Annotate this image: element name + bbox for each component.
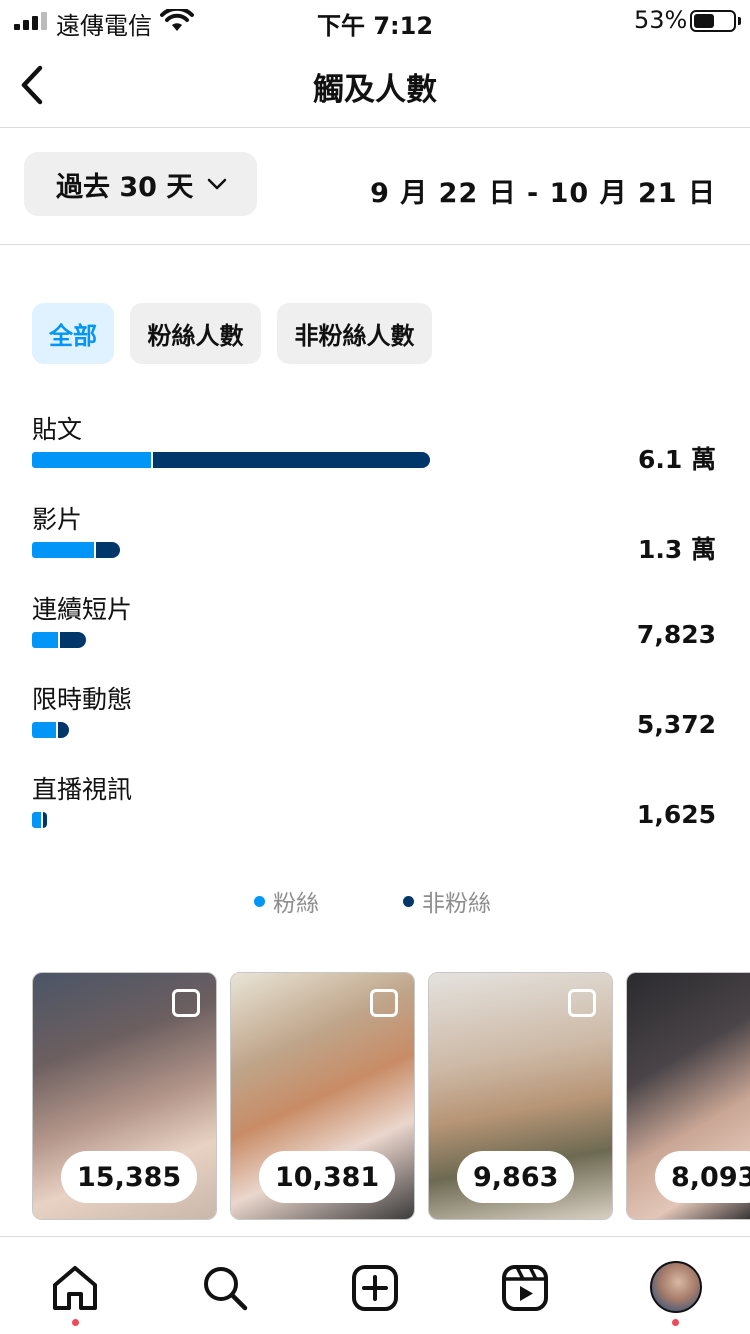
bar-segment-non-followers — [43, 812, 48, 828]
bar-segment-non-followers — [95, 542, 120, 558]
battery-icon — [690, 10, 736, 32]
metric-label-reels: 連續短片 — [32, 595, 133, 624]
range-selector-label: 過去 30 天 — [56, 171, 194, 203]
metric-value-posts: 6.1 萬 — [638, 445, 716, 474]
legend-non-followers: 非粉絲 — [403, 884, 491, 918]
metric-bar-posts — [32, 452, 430, 468]
battery-tip — [738, 17, 741, 25]
bar-segment-followers — [32, 632, 58, 648]
metric-value-reels: 7,823 — [636, 620, 716, 649]
home-icon[interactable] — [50, 1263, 100, 1313]
legend-dot-non-followers — [403, 895, 414, 907]
page-title: 觸及人數 — [313, 72, 437, 108]
date-range-text: 9 月 22 日 - 10 月 21 日 — [370, 178, 716, 209]
post-thumbnail[interactable]: 15,385 — [32, 972, 217, 1220]
metric-value-videos: 1.3 萬 — [638, 535, 716, 564]
filter-chip-label: 全部 — [49, 322, 97, 350]
filter-chip-non-followers[interactable]: 非粉絲人數 — [277, 303, 432, 364]
nav-header: 觸及人數 — [0, 44, 750, 128]
metric-bar-videos — [32, 542, 120, 558]
metric-value-live: 1,625 — [636, 800, 716, 829]
profile-avatar[interactable] — [650, 1261, 702, 1313]
metric-value-stories: 5,372 — [636, 710, 716, 739]
bar-segment-followers — [32, 542, 94, 558]
notification-dot — [72, 1319, 79, 1326]
post-thumbnail[interactable]: 9,863 — [428, 972, 613, 1220]
post-reach-count: 9,863 — [457, 1151, 575, 1203]
chart-legend: 粉絲 非粉絲 — [0, 884, 750, 920]
battery-percent: 53% — [634, 6, 688, 34]
chevron-down-icon — [208, 178, 227, 190]
metric-label-videos: 影片 — [32, 505, 83, 534]
filter-chip-label: 粉絲人數 — [147, 322, 244, 350]
post-reach-count: 15,385 — [61, 1151, 198, 1203]
legend-label: 非粉絲 — [422, 891, 491, 917]
bottom-tab-bar — [0, 1236, 750, 1334]
bar-segment-non-followers — [59, 632, 86, 648]
battery-level-fill — [694, 14, 715, 28]
carousel-icon — [370, 989, 398, 1017]
notification-dot — [672, 1319, 679, 1326]
filter-chip-label: 非粉絲人數 — [294, 322, 415, 350]
carousel-icon — [568, 989, 596, 1017]
post-reach-count: 8,093 — [655, 1151, 750, 1203]
legend-dot-followers — [254, 895, 265, 907]
bar-segment-non-followers — [152, 452, 430, 468]
filter-chip-all[interactable]: 全部 — [32, 303, 114, 364]
search-icon[interactable] — [200, 1263, 250, 1313]
legend-label: 粉絲 — [273, 891, 319, 917]
create-icon[interactable] — [350, 1263, 400, 1313]
post-reach-count: 10,381 — [259, 1151, 396, 1203]
reels-icon[interactable] — [500, 1263, 550, 1313]
metric-bar-stories — [32, 722, 69, 738]
date-range-row: 過去 30 天 9 月 22 日 - 10 月 21 日 — [0, 129, 750, 245]
metric-bar-live — [32, 812, 48, 828]
metric-bar-reels — [32, 632, 86, 648]
metric-label-posts: 貼文 — [32, 415, 83, 444]
bar-segment-followers — [32, 722, 56, 738]
legend-followers: 粉絲 — [254, 884, 319, 918]
bar-segment-non-followers — [57, 722, 69, 738]
metric-label-stories: 限時動態 — [32, 685, 133, 714]
bar-segment-followers — [32, 812, 42, 828]
post-thumbnail[interactable]: 10,381 — [230, 972, 415, 1220]
post-thumbnail[interactable]: 8,093 — [626, 972, 750, 1220]
filter-chip-followers[interactable]: 粉絲人數 — [130, 303, 261, 364]
range-selector-button[interactable]: 過去 30 天 — [24, 152, 257, 216]
carousel-icon — [172, 989, 200, 1017]
metric-label-live: 直播視訊 — [32, 775, 133, 804]
status-bar: 遠傳電信 下午 7:12 53% — [0, 0, 750, 44]
bar-segment-followers — [32, 452, 151, 468]
